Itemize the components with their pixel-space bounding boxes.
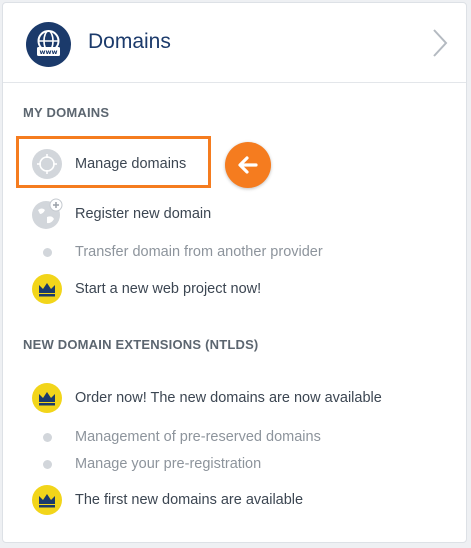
menu-item-pre-reserved-domains[interactable]: Management of pre-reserved domains [31,422,446,452]
menu-item-label: Transfer domain from another provider [75,244,323,260]
menu-item-label: Start a new web project now! [75,281,262,297]
globe-www-icon: www [26,22,71,67]
menu-item-label: Order now! The new domains are now avail… [75,390,382,406]
menu-item-start-web-project[interactable]: Start a new web project now! [31,274,446,304]
page-title: Domains [88,30,171,53]
domains-panel: www Domains MY DOMAINS Manage domains Re… [2,2,467,543]
bullet-dot [42,459,52,469]
domains-header[interactable]: www Domains [3,3,466,83]
crown-badge-icon [32,274,62,304]
menu-item-pre-registration[interactable]: Manage your pre-registration [31,449,446,479]
menu-item-label: The first new domains are available [75,492,304,508]
menu-item-label: Register new domain [75,206,212,222]
menu-item-label: Manage your pre-registration [75,456,262,472]
crown-badge-icon [32,485,62,515]
section-title-new-domain-extensions: NEW DOMAIN EXTENSIONS (NTLDS) [23,337,259,352]
menu-item-first-new-domains[interactable]: The first new domains are available [31,485,446,515]
crown-badge-icon [32,383,62,413]
globe-add-icon [32,198,63,229]
menu-item-register-new-domain[interactable]: Register new domain [31,198,446,229]
bullet-dot [42,247,52,257]
section-title-my-domains: MY DOMAINS [23,105,110,120]
highlight-box [16,136,211,188]
menu-item-order-now[interactable]: Order now! The new domains are now avail… [31,383,446,413]
arrow-left-icon [225,142,271,188]
svg-text:www: www [39,48,57,56]
menu-item-transfer-domain[interactable]: Transfer domain from another provider [31,237,446,267]
menu-item-label: Management of pre-reserved domains [75,429,321,445]
bullet-dot [42,432,52,442]
chevron-right-icon[interactable] [432,28,448,58]
